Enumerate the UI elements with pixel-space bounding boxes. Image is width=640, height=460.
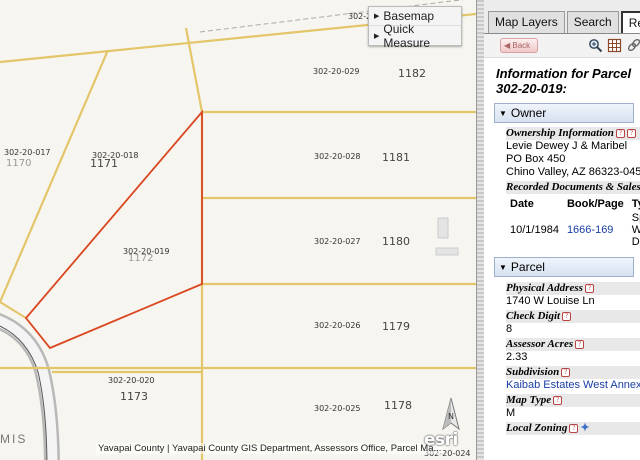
parcel-id-label: 302-20-025 xyxy=(314,404,361,413)
physical-address-value: 1740 W Louise Ln xyxy=(506,295,595,307)
recorded-documents-label: Recorded Documents & Sales xyxy=(506,181,640,194)
parcel-address-label: 1171 xyxy=(90,157,118,170)
back-button[interactable]: ◀ Back xyxy=(500,38,538,53)
doc-type: Sp Wa D xyxy=(632,212,640,248)
owner-section-label: Owner xyxy=(510,106,547,120)
link-icon[interactable] xyxy=(626,38,640,53)
physical-address-label: Physical Address ? xyxy=(506,282,640,295)
road-label: MIS xyxy=(0,432,28,446)
triangle-right-icon: ▶ xyxy=(374,13,380,20)
back-arrow-icon: ◀ xyxy=(504,41,511,50)
owner-address-line1: PO Box 450 xyxy=(506,153,566,165)
owner-address-line2: Chino Valley, AZ 86323-0450 xyxy=(506,166,640,178)
parcel-address-label: 1179 xyxy=(382,320,410,333)
check-digit-value: 8 xyxy=(506,323,513,335)
panel-splitter[interactable] xyxy=(476,0,484,460)
local-zoning-label: Local Zoning ? ✦ xyxy=(506,422,640,435)
parcel-address-label: 1170 xyxy=(6,158,32,169)
esri-logo: esri xyxy=(424,430,458,450)
help-icon[interactable]: ? xyxy=(584,284,594,293)
quick-measure-menu-item[interactable]: ▶ Quick Measure xyxy=(369,22,461,50)
triangle-right-icon: ▶ xyxy=(374,32,380,40)
zoom-to-icon[interactable] xyxy=(588,38,603,53)
doc-type-line: Wa xyxy=(631,224,640,236)
help-icon[interactable]: ? xyxy=(575,340,585,349)
parcel-id-label: 302-20-020 xyxy=(108,376,155,385)
owner-name: Levie Dewey J & Maribel xyxy=(506,140,628,152)
parcel-fields: Physical Address ? 1740 W Louise Ln Chec… xyxy=(506,282,640,435)
owner-section-header[interactable]: ▼ Owner xyxy=(494,103,634,123)
docs-col-book-page: Book/Page xyxy=(566,198,624,210)
tab-results[interactable]: Results xyxy=(620,11,640,33)
assessor-acres-text: Assessor Acres xyxy=(506,338,574,350)
parcel-section-label: Parcel xyxy=(510,260,545,274)
parcel-address-label: 1181 xyxy=(382,151,410,164)
map-type-text: Map Type xyxy=(506,394,552,406)
parcel-id-label: 302-20-027 xyxy=(314,237,361,246)
subdivision-link[interactable]: Kaibab Estates West Annex # xyxy=(506,379,640,392)
docs-col-date: Date xyxy=(510,198,534,210)
parcel-address-label-selected: 1172 xyxy=(128,253,154,264)
info-icon[interactable]: ✦ xyxy=(580,422,589,435)
ownership-info-text: Ownership Information xyxy=(506,127,614,139)
map-attribution: Yavapai County | Yavapai County GIS Depa… xyxy=(96,443,444,454)
north-arrow-icon: N xyxy=(442,397,460,431)
results-toolbar: ◀ Back xyxy=(484,34,640,58)
physical-address-text: Physical Address xyxy=(506,282,583,294)
assessor-acres-value: 2.33 xyxy=(506,351,528,363)
local-zoning-text: Local Zoning xyxy=(506,422,568,434)
parcel-id-label: 302-20-028 xyxy=(314,152,361,161)
chevron-down-icon: ▼ xyxy=(499,262,507,272)
recorded-documents-table: Date Book/Page Type 10/1/1984 1666-169 S… xyxy=(510,196,640,248)
doc-book-page-link[interactable]: 1666-169 xyxy=(567,212,632,248)
docs-col-type: Type xyxy=(631,198,640,210)
help-icon[interactable]: ? xyxy=(562,312,572,321)
help-icon[interactable]: ? xyxy=(615,129,625,138)
table-grid-icon[interactable] xyxy=(607,38,622,53)
map-view[interactable]: 302-2 302-20-029 1182 302-20-017 1170 30… xyxy=(0,0,476,460)
map-type-value: M xyxy=(506,407,516,419)
parcel-section-header[interactable]: ▼ Parcel xyxy=(494,257,634,277)
assessor-acres-label: Assessor Acres ? xyxy=(506,338,640,351)
subdivision-text: Subdivision xyxy=(506,366,560,378)
parcel-address-label: 1178 xyxy=(384,399,412,412)
parcel-info-title: Information for Parcel 302-20-019: xyxy=(496,66,632,96)
side-panel: Map Layers Search Results ◀ Back Informa… xyxy=(484,0,640,460)
parcel-address-label: 1180 xyxy=(382,235,410,248)
splitter-grip[interactable] xyxy=(477,0,484,460)
help-icon[interactable]: ? xyxy=(626,129,636,138)
map-type-label: Map Type ? xyxy=(506,394,640,407)
doc-date: 10/1/1984 xyxy=(510,224,559,236)
help-icon[interactable]: ? xyxy=(569,424,579,433)
tab-map-layers[interactable]: Map Layers xyxy=(488,11,565,33)
north-label: N xyxy=(448,412,454,421)
parcel-id-label: 302-20-017 xyxy=(4,148,51,157)
parcel-address-label: 1182 xyxy=(398,67,426,80)
parcel-id-label: 302-20-029 xyxy=(313,67,360,76)
quick-measure-label: Quick Measure xyxy=(383,21,431,50)
check-digit-label: Check Digit ? xyxy=(506,310,640,323)
parcel-address-label: 1173 xyxy=(120,390,148,403)
map-tools-menu: ▶ Basemap ▶ Quick Measure xyxy=(368,6,462,50)
doc-type-line: Sp xyxy=(631,212,640,224)
help-icon[interactable]: ? xyxy=(561,368,571,377)
table-row: 10/1/1984 1666-169 Sp Wa D xyxy=(510,212,640,248)
selected-parcel-outline xyxy=(24,109,203,350)
check-digit-text: Check Digit xyxy=(506,310,561,322)
doc-type-line: D xyxy=(631,236,640,248)
panel-tabs: Map Layers Search Results xyxy=(484,0,640,34)
parcel-id-label: 302-20-026 xyxy=(314,321,361,330)
help-icon[interactable]: ? xyxy=(553,396,563,405)
chevron-down-icon: ▼ xyxy=(499,108,507,118)
owner-fields: Ownership Information ?? Levie Dewey J &… xyxy=(506,127,640,194)
back-label: Back xyxy=(512,41,531,50)
tab-search[interactable]: Search xyxy=(566,11,619,33)
subdivision-label: Subdivision ? xyxy=(506,366,640,379)
ownership-info-label: Ownership Information ?? xyxy=(506,127,640,140)
